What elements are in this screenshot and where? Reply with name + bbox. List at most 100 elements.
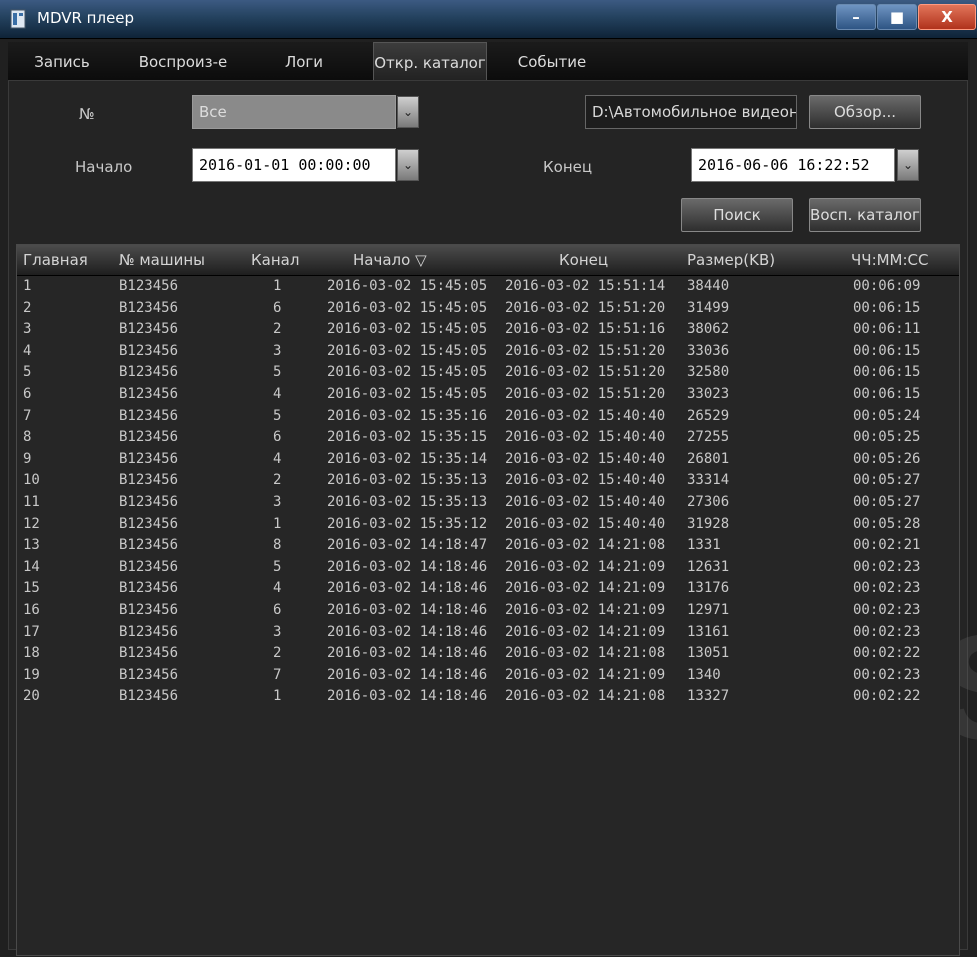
browse-button[interactable]: Обзор...	[809, 95, 921, 129]
table-row[interactable]: 2 B123456 6 2016-03-02 15:45:05 2016-03-02 1…	[17, 298, 959, 320]
menu-open-catalog[interactable]: Откр. каталог	[373, 42, 487, 80]
table-row[interactable]: 6 B123456 4 2016-03-02 15:45:05 2016-03-02 1…	[17, 384, 959, 406]
table-row[interactable]: 19 B123456 7 2016-03-02 14:18:46 2016-03-02 …	[17, 665, 959, 687]
table-row[interactable]: 7 B123456 5 2016-03-02 15:35:16 2016-03-02 1…	[17, 406, 959, 428]
table-cell: 2016-03-02 14:21:09	[505, 623, 666, 640]
table-cell: 2016-03-02 15:51:14	[505, 278, 666, 294]
play-catalog-button[interactable]: Восп. каталог	[809, 198, 921, 232]
table-row[interactable]: 1 B123456 1 2016-03-02 15:45:05 2016-03-02 1…	[17, 276, 959, 298]
table-cell: 00:06:15	[853, 385, 921, 402]
table-body: 1 B123456 1 2016-03-02 15:45:05 2016-03-02 1…	[17, 276, 959, 708]
table-cell: 2016-03-02 15:35:13	[327, 493, 488, 510]
app-window: MDVR плеер – ■ X Запись Воспроиз-е Логи …	[0, 0, 977, 957]
table-cell: 2016-03-02 14:21:08	[505, 688, 666, 705]
table-cell: 00:05:24	[853, 407, 921, 424]
table-cell: 1	[273, 278, 282, 294]
table-cell: B123456	[119, 429, 179, 446]
column-header-channel[interactable]: Канал	[251, 245, 299, 275]
number-select[interactable]: Все	[192, 95, 396, 129]
table-cell: 4	[273, 580, 282, 597]
table-cell: 3	[23, 321, 32, 338]
table-row[interactable]: 17 B123456 3 2016-03-02 14:18:46 2016-03-02 …	[17, 622, 959, 644]
table-cell: 8	[23, 429, 32, 446]
column-header-duration[interactable]: ЧЧ:ММ:СС	[851, 245, 929, 275]
table-cell: 19	[23, 666, 40, 683]
column-header-main[interactable]: Главная	[23, 245, 88, 275]
table-cell: 00:05:26	[853, 450, 921, 467]
table-cell: 2016-03-02 15:40:40	[505, 450, 666, 467]
column-header-start[interactable]: Начало ▽	[353, 245, 427, 275]
start-dropdown-chevron-down-icon[interactable]: ⌄	[397, 149, 419, 181]
table-row[interactable]: 11 B123456 3 2016-03-02 15:35:13 2016-03-02 …	[17, 492, 959, 514]
table-cell: 2016-03-02 14:21:09	[505, 580, 666, 597]
maximize-button[interactable]: ■	[877, 4, 917, 30]
table-cell: 00:06:11	[853, 321, 921, 338]
table-cell: B123456	[119, 515, 179, 532]
table-row[interactable]: 16 B123456 6 2016-03-02 14:18:46 2016-03-02 …	[17, 600, 959, 622]
table-row[interactable]: 13 B123456 8 2016-03-02 14:18:47 2016-03-02 …	[17, 535, 959, 557]
table-cell: 2016-03-02 14:21:09	[505, 666, 666, 683]
table-cell: 2	[273, 645, 282, 662]
table-cell: 12631	[687, 558, 730, 575]
menu-logs[interactable]: Логи	[276, 42, 332, 80]
table-row[interactable]: 18 B123456 2 2016-03-02 14:18:46 2016-03-02 …	[17, 643, 959, 665]
table-cell: 31499	[687, 299, 730, 316]
table-cell: 13176	[687, 580, 730, 597]
end-datetime-field[interactable]: 2016-06-06 16:22:52	[691, 148, 895, 182]
menu-playback[interactable]: Воспроиз-е	[133, 42, 233, 80]
column-header-end[interactable]: Конец	[559, 245, 608, 275]
table-row[interactable]: 3 B123456 2 2016-03-02 15:45:05 2016-03-02 1…	[17, 319, 959, 341]
table-cell: 00:02:23	[853, 580, 921, 597]
search-button[interactable]: Поиск	[681, 198, 793, 232]
table-cell: 10	[23, 472, 40, 489]
close-button[interactable]: X	[918, 4, 976, 30]
table-cell: 2016-03-02 14:18:47	[327, 537, 488, 554]
table-cell: B123456	[119, 493, 179, 510]
table-cell: B123456	[119, 407, 179, 424]
table-cell: 2016-03-02 14:18:46	[327, 623, 488, 640]
table-cell: 2016-03-02 15:40:40	[505, 515, 666, 532]
table-row[interactable]: 12 B123456 1 2016-03-02 15:35:12 2016-03-02 …	[17, 514, 959, 536]
table-cell: 1331	[687, 537, 721, 554]
table-cell: 2016-03-02 14:18:46	[327, 580, 488, 597]
title-bar[interactable]: MDVR плеер – ■ X	[0, 0, 977, 39]
window-title: MDVR плеер	[37, 9, 135, 27]
table-cell: 2016-03-02 14:18:46	[327, 645, 488, 662]
table-row[interactable]: 9 B123456 4 2016-03-02 15:35:14 2016-03-02 1…	[17, 449, 959, 471]
number-dropdown-chevron-down-icon[interactable]: ⌄	[397, 96, 419, 128]
table-row[interactable]: 20 B123456 1 2016-03-02 14:18:46 2016-03-02 …	[17, 686, 959, 708]
catalog-path-field[interactable]: D:\Автомобильное видеон	[585, 95, 797, 129]
table-cell: 7	[273, 666, 282, 683]
table-cell: B123456	[119, 342, 179, 359]
table-cell: 6	[273, 299, 282, 316]
table-row[interactable]: 15 B123456 4 2016-03-02 14:18:46 2016-03-02 …	[17, 578, 959, 600]
table-cell: 2016-03-02 15:45:05	[327, 321, 488, 338]
table-cell: B123456	[119, 558, 179, 575]
table-row[interactable]: 4 B123456 3 2016-03-02 15:45:05 2016-03-02 1…	[17, 341, 959, 363]
table-row[interactable]: 14 B123456 5 2016-03-02 14:18:46 2016-03-02 …	[17, 557, 959, 579]
table-row[interactable]: 8 B123456 6 2016-03-02 15:35:15 2016-03-02 1…	[17, 427, 959, 449]
table-cell: 2016-03-02 15:45:05	[327, 299, 488, 316]
table-cell: 00:02:23	[853, 623, 921, 640]
table-cell: B123456	[119, 278, 179, 294]
table-cell: B123456	[119, 688, 179, 705]
menu-record[interactable]: Запись	[24, 42, 100, 80]
table-cell: 13	[23, 537, 40, 554]
table-cell: 00:02:23	[853, 601, 921, 618]
start-datetime-field[interactable]: 2016-01-01 00:00:00	[192, 148, 396, 182]
table-row[interactable]: 5 B123456 5 2016-03-02 15:45:05 2016-03-02 1…	[17, 362, 959, 384]
table-cell: 2016-03-02 15:40:40	[505, 493, 666, 510]
table-cell: 11	[23, 493, 40, 510]
column-header-vehicle-number[interactable]: № машины	[119, 245, 205, 275]
end-dropdown-chevron-down-icon[interactable]: ⌄	[897, 149, 919, 181]
table-cell: 15	[23, 580, 40, 597]
table-cell: 12971	[687, 601, 730, 618]
table-cell: 00:02:22	[853, 645, 921, 662]
column-header-size[interactable]: Размер(KB)	[687, 245, 775, 275]
table-cell: 2	[23, 299, 32, 316]
table-cell: B123456	[119, 450, 179, 467]
menu-event[interactable]: Событие	[510, 42, 594, 80]
minimize-button[interactable]: –	[836, 4, 876, 30]
table-cell: 33314	[687, 472, 730, 489]
table-row[interactable]: 10 B123456 2 2016-03-02 15:35:13 2016-03-02 …	[17, 470, 959, 492]
